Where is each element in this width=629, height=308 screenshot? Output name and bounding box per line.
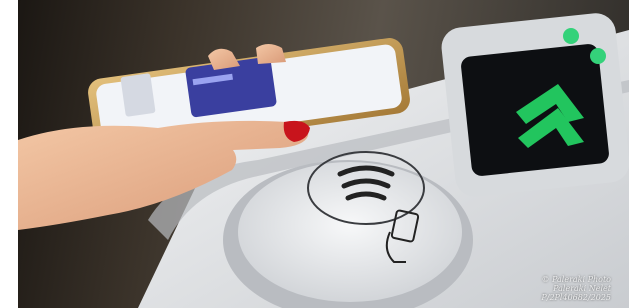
photo-watermark: © Paleraki Photo Paleraki Nelet P/2Pl406… [541,275,611,302]
green-status-light-icon [563,28,579,44]
watermark-line-1: © Paleraki Photo [541,275,611,284]
watermark-line-2: Paleraki Nelet [553,284,611,293]
watermark-line-3: P/2Pl40682/2025 [541,293,611,302]
photo-illustration [18,13,629,308]
green-status-light-icon [590,48,606,64]
turnstile-payment-photo: © Paleraki Photo Paleraki Nelet P/2Pl406… [18,0,629,308]
turnstile-display [441,13,629,197]
